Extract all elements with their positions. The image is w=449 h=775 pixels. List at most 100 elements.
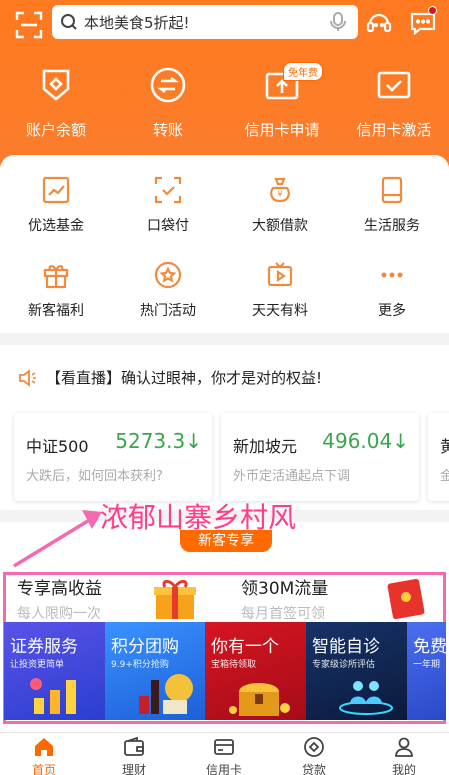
tab-label: 我的 xyxy=(391,763,416,775)
gift-box-icon xyxy=(154,579,196,619)
quick-action-balance[interactable]: 账户余额 xyxy=(6,65,106,140)
service-new-welfare[interactable]: 新客福利 xyxy=(0,260,112,320)
service-label: 新客福利 xyxy=(28,303,84,319)
tile-sub: 让投资更简单 xyxy=(10,660,65,670)
tile-title: 智能自诊 xyxy=(312,637,380,657)
service-label: 大额借款 xyxy=(252,218,308,234)
service-label: 生活服务 xyxy=(364,218,420,234)
credit-card-icon xyxy=(214,739,234,755)
tab-label: 理财 xyxy=(121,763,146,775)
news-headline: 【看直播】确认过眼神，你才是对的权益! xyxy=(46,369,323,387)
service-label: 优选基金 xyxy=(28,218,84,234)
tab-label: 首页 xyxy=(31,763,56,775)
promo-left-title[interactable]: 专享高收益 xyxy=(17,574,102,599)
free-fee-badge: 免年费 xyxy=(283,62,323,81)
market-card-sgd[interactable]: 新加坡元 496.04↓ 外币定活通起点下调 xyxy=(221,413,419,501)
tab-home[interactable]: 首页 xyxy=(4,735,84,775)
service-label: 更多 xyxy=(378,303,406,319)
fund-chart-icon xyxy=(42,176,70,204)
quick-action-label: 转账 xyxy=(152,121,183,139)
home-icon xyxy=(35,738,53,756)
market-card-sub: 大跌后，如何回本获利? xyxy=(26,469,163,484)
wallet-shield-icon xyxy=(42,69,70,101)
market-card-gold[interactable]: 黄 金 xyxy=(428,413,449,501)
market-card-sub: 金 xyxy=(440,469,449,484)
tile-smart-diagnosis[interactable]: 智能自诊 专家级诊所评估 xyxy=(306,622,407,720)
tile-sub: 专家级诊所评估 xyxy=(312,660,376,670)
market-card-name: 新加坡元 xyxy=(233,437,298,456)
microphone-icon[interactable] xyxy=(326,10,350,34)
tile-treasure-box[interactable]: 你有一个 宝箱待领取 xyxy=(205,622,306,720)
loan-coin-icon xyxy=(304,737,324,757)
treasure-chest-illustration xyxy=(229,683,290,716)
market-card-name: 中证500 xyxy=(26,437,89,456)
news-headline-row[interactable]: 【看直播】确认过眼神，你才是对的权益! xyxy=(18,367,322,388)
tab-wealth[interactable]: 理财 xyxy=(94,735,174,775)
scan-icon[interactable] xyxy=(14,10,44,40)
service-label: 热门活动 xyxy=(140,303,196,319)
tile-free[interactable]: 免费 一年期 xyxy=(407,622,446,720)
market-card-value: 5273.3↓ xyxy=(115,429,202,453)
service-fund[interactable]: 优选基金 xyxy=(0,175,112,235)
tile-points-group[interactable]: 积分团购 9.9+积分抢购 xyxy=(105,622,206,720)
market-card-value: 496.04↓ xyxy=(322,429,409,453)
search-placeholder: 本地美食5折起! xyxy=(84,13,190,32)
quick-action-label: 信用卡激活 xyxy=(356,121,432,139)
gift-icon xyxy=(43,265,69,289)
credit-card-activate-icon xyxy=(377,71,411,99)
tablet-icon xyxy=(381,176,403,204)
quick-action-card-activate[interactable]: 信用卡激活 xyxy=(344,65,444,140)
news-section: 【看直播】确认过眼神，你才是对的权益! 中证500 5273.3↓ 大跌后，如何… xyxy=(0,345,449,510)
service-label: 天天有料 xyxy=(252,303,308,319)
tile-title: 积分团购 xyxy=(111,637,179,657)
promo-left-sub: 每人限购一次 xyxy=(17,606,101,622)
transfer-icon xyxy=(150,67,186,103)
people-scan-illustration xyxy=(339,681,393,715)
star-badge-icon xyxy=(154,261,182,289)
tile-securities[interactable]: 证券服务 让投资更简单 xyxy=(4,622,105,720)
tile-title: 免费 xyxy=(413,637,446,657)
tile-sub: 一年期 xyxy=(413,660,441,670)
service-hot-activity[interactable]: 热门活动 xyxy=(112,260,224,320)
service-daily-content[interactable]: 天天有料 xyxy=(224,260,336,320)
tab-label: 信用卡 xyxy=(205,763,242,775)
bottom-tab-bar: 首页 理财 信用卡 贷款 我的 xyxy=(0,732,449,775)
speaker-icon xyxy=(19,368,36,387)
market-card-sub: 外币定活通起点下调 xyxy=(233,469,351,484)
tab-mine[interactable]: 我的 xyxy=(364,735,444,775)
service-pocket-pay[interactable]: 口袋付 xyxy=(112,175,224,235)
search-icon xyxy=(61,14,77,30)
wine-coin-illustration xyxy=(139,674,193,714)
stock-chart-illustration xyxy=(30,678,76,714)
scan-pay-icon xyxy=(154,176,182,204)
tile-title: 证券服务 xyxy=(10,637,78,657)
service-loan[interactable]: ¥ 大额借款 xyxy=(224,175,336,235)
service-more[interactable]: 更多 xyxy=(336,260,448,320)
tile-title: 你有一个 xyxy=(211,637,279,657)
annotation-text: 浓郁山寨乡村风 xyxy=(100,501,297,534)
video-play-icon xyxy=(267,262,293,287)
person-icon xyxy=(395,737,413,757)
wallet-icon xyxy=(124,736,144,756)
red-envelope-icon xyxy=(387,578,425,619)
customer-service-icon[interactable] xyxy=(364,8,394,38)
tile-sub: 宝箱待领取 xyxy=(211,660,257,670)
promo-right-title[interactable]: 领30M流量 xyxy=(241,574,328,599)
service-label: 口袋付 xyxy=(147,218,189,234)
promo-right-sub: 每月首签可领 xyxy=(241,606,325,622)
tab-label: 贷款 xyxy=(301,763,326,775)
service-life[interactable]: 生活服务 xyxy=(336,175,448,235)
svg-text:¥: ¥ xyxy=(277,190,282,199)
tile-sub: 9.9+积分抢购 xyxy=(111,660,169,670)
quick-action-label: 账户余额 xyxy=(25,121,86,139)
search-bar[interactable]: 本地美食5折起! xyxy=(52,5,358,39)
tab-loan[interactable]: 贷款 xyxy=(274,735,354,775)
annotation-arrow xyxy=(13,510,102,568)
more-dots-icon xyxy=(381,272,403,278)
tab-credit-card[interactable]: 信用卡 xyxy=(184,735,264,775)
quick-action-transfer[interactable]: 转账 xyxy=(118,65,218,140)
quick-action-label: 信用卡申请 xyxy=(244,121,320,139)
notification-dot xyxy=(428,6,437,15)
money-bag-icon: ¥ xyxy=(270,177,290,203)
market-card-csi500[interactable]: 中证500 5273.3↓ 大跌后，如何回本获利? xyxy=(14,413,212,501)
